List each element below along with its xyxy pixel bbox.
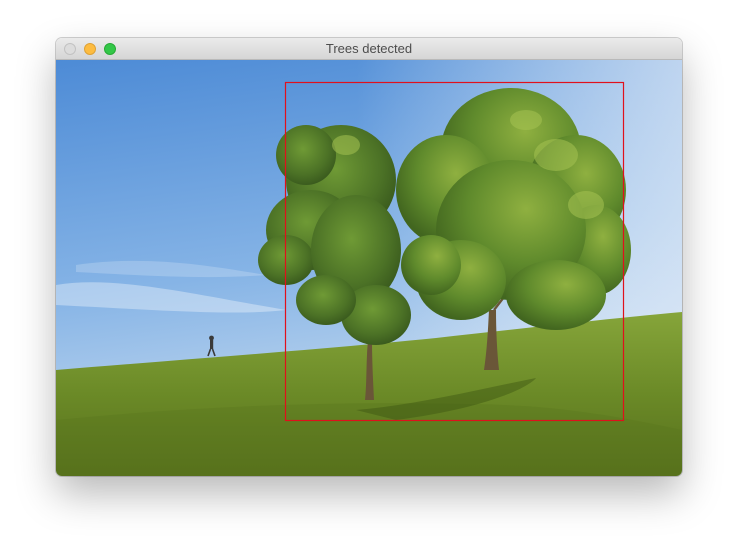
photo (56, 60, 682, 476)
title-bar: Trees detected (56, 38, 682, 60)
window-title: Trees detected (325, 41, 413, 56)
app-window: Trees detected (56, 38, 682, 476)
image-view (56, 60, 682, 476)
